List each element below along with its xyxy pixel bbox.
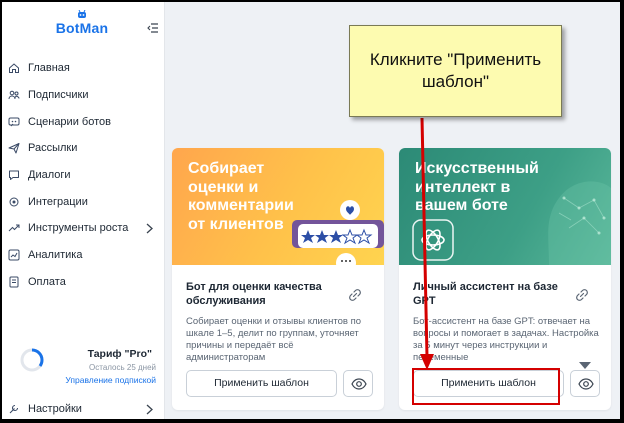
link-icon[interactable]: [575, 288, 589, 302]
sidebar-item-label: Настройки: [28, 403, 82, 416]
payment-icon: [9, 276, 19, 288]
sidebar: BotMan Главная Подписчики Сценарии ботов…: [2, 2, 165, 419]
sidebar-item-mailings[interactable]: Рассылки: [2, 135, 165, 162]
send-icon: [8, 143, 20, 154]
sidebar-settings: Настройки: [2, 396, 165, 419]
template-card-rating: Собирает оценки и комментарии от клиенто…: [172, 148, 384, 410]
eye-icon: [351, 378, 367, 390]
sidebar-item-growth-tools[interactable]: Инструменты роста: [2, 215, 165, 242]
wrench-icon: [9, 405, 19, 414]
app-window: BotMan Главная Подписчики Сценарии ботов…: [2, 2, 620, 419]
sidebar-item-label: Аналитика: [28, 249, 83, 262]
sidebar-item-label: Диалоги: [28, 169, 71, 182]
users-icon: [8, 90, 20, 100]
card-title: Бот для оценки качества обслуживания: [186, 281, 322, 307]
card-banner: Искусственный интеллект в вашем боте: [399, 148, 611, 265]
plan-name: Тариф "Pro": [87, 348, 152, 360]
sidebar-item-label: Оплата: [28, 275, 66, 288]
card-banner: Собирает оценки и комментарии от клиенто…: [172, 148, 384, 265]
scenario-icon: [8, 117, 20, 127]
tooltip-caret-icon: [579, 362, 591, 369]
manage-subscription-link[interactable]: Управление подпиской: [65, 375, 156, 385]
sidebar-item-subscribers[interactable]: Подписчики: [2, 82, 165, 109]
sidebar-item-label: Инструменты роста: [28, 222, 129, 235]
collapse-sidebar-icon[interactable]: [147, 22, 159, 34]
bot-logo-icon: [78, 10, 86, 18]
apply-template-button[interactable]: Применить шаблон: [186, 370, 337, 397]
preview-button[interactable]: [343, 370, 373, 397]
card-description: Собирает оценки и отзывы клиентов по шка…: [186, 316, 362, 363]
sidebar-item-payment[interactable]: Оплата: [2, 269, 165, 296]
sidebar-item-analytics[interactable]: Аналитика: [2, 242, 165, 269]
sidebar-item-scenarios[interactable]: Сценарии ботов: [2, 108, 165, 135]
eye-icon: [578, 378, 594, 390]
sidebar-item-dialogs[interactable]: Диалоги: [2, 162, 165, 189]
chevron-right-icon: [146, 404, 153, 415]
sidebar-nav: Главная Подписчики Сценарии ботов Рассыл…: [2, 55, 165, 295]
sidebar-item-label: Рассылки: [28, 142, 78, 155]
sidebar-item-home[interactable]: Главная: [2, 55, 165, 82]
sidebar-item-settings[interactable]: Настройки: [2, 396, 165, 419]
logo-text: BotMan: [55, 20, 109, 36]
banner-line: Искусственный: [415, 160, 539, 177]
sidebar-item-label: Интеграции: [28, 195, 88, 208]
sidebar-item-label: Подписчики: [28, 89, 89, 102]
integrations-icon: [9, 197, 19, 207]
sidebar-item-label: Главная: [28, 62, 70, 75]
preview-button[interactable]: [570, 370, 600, 397]
apply-button-highlight: [412, 368, 560, 405]
home-icon: [9, 63, 19, 74]
sidebar-item-integrations[interactable]: Интеграции: [2, 188, 165, 215]
plan-progress-ring: [20, 348, 44, 372]
chevron-right-icon: [146, 223, 153, 234]
plan-widget: Тариф "Pro" Осталось 25 дней Управление …: [2, 342, 165, 392]
logo[interactable]: BotMan: [52, 10, 112, 44]
banner-line: интеллект в: [415, 178, 511, 196]
chat-icon: [9, 170, 19, 181]
growth-icon: [8, 224, 20, 232]
link-icon[interactable]: [348, 288, 362, 302]
card-title: Личный ассистент на базе GPT: [413, 281, 558, 307]
sidebar-item-label: Сценарии ботов: [28, 115, 111, 128]
card-description: Бот-ассистент на базе GPT: отвечает на в…: [413, 316, 599, 363]
analytics-icon: [8, 249, 20, 261]
banner-line: вашем боте: [415, 197, 508, 214]
plan-days-left: Осталось 25 дней: [89, 363, 156, 372]
rating-stars-illustration: [292, 200, 384, 265]
banner-text: Искусственный интеллект в вашем боте: [415, 160, 539, 216]
annotation-callout: Кликните "Применить шаблон": [349, 25, 562, 117]
